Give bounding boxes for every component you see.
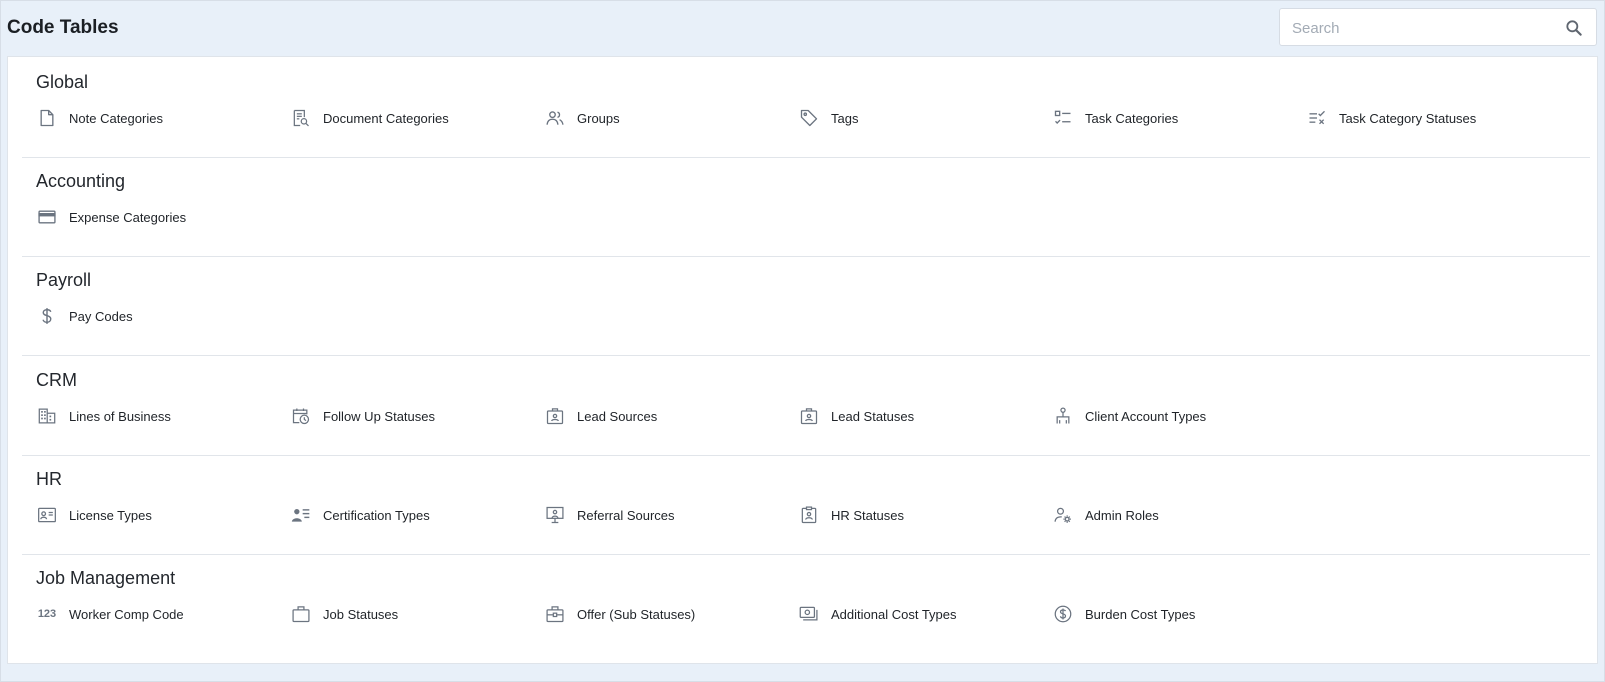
code-table-label: Lead Sources	[577, 408, 658, 424]
code-table-label: Expense Categories	[69, 209, 187, 225]
code-table-label: Lead Statuses	[831, 408, 915, 424]
code-table-link-referral-sources[interactable]: Referral Sources	[544, 503, 675, 527]
briefcase-tools-icon	[544, 603, 566, 625]
search-input[interactable]	[1292, 18, 1542, 38]
section-hr: HR License Types Certification Types Referr…	[22, 454, 1590, 555]
user-gear-icon	[1052, 504, 1074, 526]
code-table-label: Note Categories	[69, 110, 163, 126]
code-table-label: Task Category Statuses	[1339, 110, 1477, 126]
money-icon	[798, 603, 820, 625]
dollar-circle-icon	[1052, 603, 1074, 625]
code-table-label: Referral Sources	[577, 507, 675, 523]
code-table-label: Follow Up Statuses	[323, 408, 435, 424]
code-table-link-job-statuses[interactable]: Job Statuses	[290, 602, 398, 626]
section-job-management: Job Management 123 Worker Comp Code Job Sta…	[22, 553, 1590, 654]
section-title: Accounting	[36, 171, 126, 191]
section-accounting: Accounting Expense Categories	[22, 156, 1590, 257]
briefcase-icon	[290, 603, 312, 625]
numbers-glyph: 123	[37, 608, 57, 620]
header: Code Tables	[1, 1, 1605, 55]
code-table-label: Tags	[831, 110, 859, 126]
section-global: Global Note Categories Document Categories…	[22, 57, 1590, 158]
code-table-link-note-categories[interactable]: Note Categories	[36, 106, 163, 130]
badge-icon	[544, 405, 566, 427]
id-card-icon	[36, 504, 58, 526]
code-table-label: HR Statuses	[831, 507, 904, 523]
code-table-link-document-categories[interactable]: Document Categories	[290, 106, 449, 130]
section-title: HR	[36, 469, 62, 489]
code-table-link-hr-statuses[interactable]: HR Statuses	[798, 503, 904, 527]
code-table-link-task-category-statuses[interactable]: Task Category Statuses	[1306, 106, 1476, 130]
calendar-clock-icon	[290, 405, 312, 427]
users-icon	[544, 107, 566, 129]
section-title: Global	[36, 72, 89, 92]
code-tables-panel: Global Note Categories Document Categories…	[7, 56, 1598, 664]
section-crm: CRM Lines of Business Follow Up Statuses Le…	[22, 355, 1590, 456]
code-table-link-burden-cost-types[interactable]: Burden Cost Types	[1052, 602, 1195, 626]
code-table-label: Admin Roles	[1085, 507, 1159, 523]
document-search-icon	[290, 107, 312, 129]
note-icon	[36, 107, 58, 129]
clipboard-person-icon	[798, 504, 820, 526]
code-table-link-lead-statuses[interactable]: Lead Statuses	[798, 404, 914, 428]
code-table-label: Job Statuses	[323, 606, 399, 622]
code-table-label: Additional Cost Types	[831, 606, 957, 622]
code-table-link-additional-cost-types[interactable]: Additional Cost Types	[798, 602, 957, 626]
code-table-label: Pay Codes	[69, 308, 133, 324]
account-tree-icon	[1052, 405, 1074, 427]
badge-icon	[798, 405, 820, 427]
code-table-label: Client Account Types	[1085, 408, 1207, 424]
person-list-icon	[290, 504, 312, 526]
credit-card-icon	[36, 206, 58, 228]
code-table-link-license-types[interactable]: License Types	[36, 503, 152, 527]
search-box[interactable]	[1279, 8, 1597, 46]
code-table-link-worker-comp-code[interactable]: 123 Worker Comp Code	[36, 602, 184, 626]
code-table-link-admin-roles[interactable]: Admin Roles	[1052, 503, 1159, 527]
numbers-icon: 123	[36, 603, 58, 625]
code-table-link-tags[interactable]: Tags	[798, 106, 858, 130]
code-table-label: Burden Cost Types	[1085, 606, 1196, 622]
presentation-person-icon	[544, 504, 566, 526]
list-check-x-icon	[1306, 107, 1328, 129]
code-table-link-expense-categories[interactable]: Expense Categories	[36, 205, 186, 229]
code-table-label: Document Categories	[323, 110, 449, 126]
section-title: CRM	[36, 370, 77, 390]
code-table-label: Lines of Business	[69, 408, 171, 424]
code-table-link-client-account-types[interactable]: Client Account Types	[1052, 404, 1206, 428]
code-table-label: Groups	[577, 110, 620, 126]
search-icon[interactable]	[1564, 18, 1584, 38]
code-table-label: Worker Comp Code	[69, 606, 184, 622]
section-title: Job Management	[36, 568, 176, 588]
building-icon	[36, 405, 58, 427]
code-table-link-lines-of-business[interactable]: Lines of Business	[36, 404, 171, 428]
page-title: Code Tables	[7, 17, 119, 38]
code-table-label: Certification Types	[323, 507, 430, 523]
checklist-icon	[1052, 107, 1074, 129]
dollar-icon	[36, 305, 58, 327]
section-payroll: Payroll Pay Codes	[22, 255, 1590, 356]
code-table-link-pay-codes[interactable]: Pay Codes	[36, 304, 133, 328]
code-table-link-lead-sources[interactable]: Lead Sources	[544, 404, 657, 428]
code-table-label: Task Categories	[1085, 110, 1179, 126]
section-title: Payroll	[36, 270, 92, 290]
code-table-link-groups[interactable]: Groups	[544, 106, 620, 130]
code-table-label: License Types	[69, 507, 152, 523]
code-table-link-task-categories[interactable]: Task Categories	[1052, 106, 1178, 130]
code-table-link-certification-types[interactable]: Certification Types	[290, 503, 430, 527]
code-table-link-offer-sub-statuses[interactable]: Offer (Sub Statuses)	[544, 602, 695, 626]
code-table-label: Offer (Sub Statuses)	[577, 606, 696, 622]
code-table-link-follow-up-statuses[interactable]: Follow Up Statuses	[290, 404, 435, 428]
tag-icon	[798, 107, 820, 129]
